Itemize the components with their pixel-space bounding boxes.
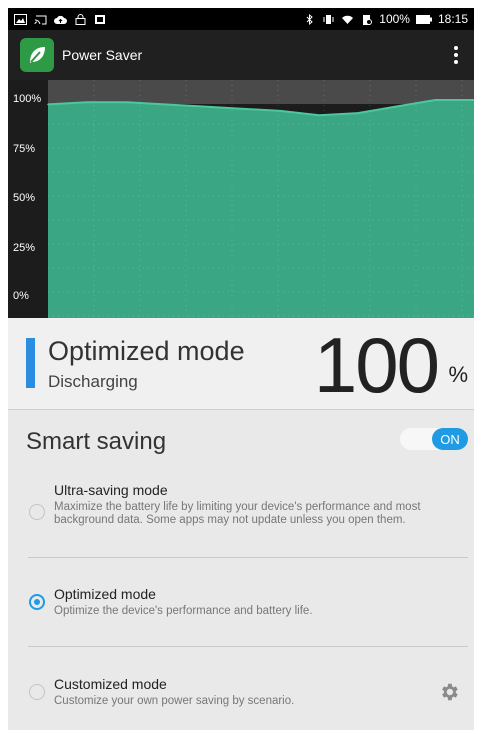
battery-saver-icon <box>363 14 373 25</box>
y-tick-75: 75% <box>13 143 36 155</box>
battery-data-point <box>163 103 165 106</box>
smart-saving-toggle[interactable]: ON <box>400 428 468 450</box>
bluetooth-icon <box>306 13 314 25</box>
more-vert-icon[interactable] <box>448 43 464 67</box>
leaf-icon <box>20 38 54 72</box>
y-tick-50: 50% <box>13 192 36 204</box>
gallery-icon <box>14 13 27 25</box>
battery-level-unit: % <box>448 362 468 387</box>
chart-gap-band <box>48 80 474 104</box>
radio-optimized[interactable] <box>29 594 45 610</box>
wifi-icon <box>342 15 354 24</box>
y-tick-25: 25% <box>13 242 36 254</box>
clock: 18:15 <box>437 12 468 26</box>
y-tick-100: 100% <box>13 93 42 105</box>
status-bar: 100% 18:15 <box>8 8 474 30</box>
option-description: Optimize the device's performance and ba… <box>54 605 313 617</box>
cast-icon <box>34 15 47 24</box>
battery-data-point <box>395 105 398 108</box>
radio-customized[interactable] <box>29 684 45 700</box>
option-optimized[interactable]: Optimized mode Optimize the device's per… <box>8 586 474 636</box>
option-title: Customized mode <box>54 676 167 692</box>
toggle-knob: ON <box>432 428 468 450</box>
battery-data-point <box>357 112 359 114</box>
vibrate-icon <box>323 14 334 24</box>
option-customized[interactable]: Customized mode Customize your own power… <box>8 676 474 726</box>
divider <box>28 646 468 647</box>
smart-saving-section: Smart saving ON Ultra-saving mode Maximi… <box>8 410 474 730</box>
y-tick-0: 0% <box>13 290 29 302</box>
option-title: Optimized mode <box>54 586 156 602</box>
battery-chart: 100% 75% 50% 25% 0% <box>8 80 474 318</box>
lock-icon <box>75 13 86 25</box>
radio-ultra-saving[interactable] <box>29 504 45 520</box>
divider <box>28 557 468 558</box>
battery-data-point <box>124 101 127 103</box>
cloud-upload-icon <box>54 15 67 24</box>
battery-chart-svg <box>47 80 474 318</box>
smart-saving-title: Smart saving <box>26 428 167 455</box>
battery-icon <box>415 14 432 24</box>
option-description: Maximize the battery life by limiting yo… <box>54 501 421 526</box>
battery-data-point <box>240 107 243 110</box>
battery-data-point <box>47 103 49 106</box>
battery-level: 100 <box>313 321 440 409</box>
battery-data-point <box>85 101 88 103</box>
battery-data-point <box>202 105 204 108</box>
charging-status: Discharging <box>48 372 138 391</box>
mode-indicator-bar <box>26 338 35 388</box>
gear-icon[interactable] <box>438 681 460 703</box>
current-mode-name: Optimized mode <box>48 336 245 366</box>
app-bar: Power Saver <box>8 30 474 80</box>
option-title: Ultra-saving mode <box>54 482 168 498</box>
battery-percent: 100% <box>379 12 410 26</box>
battery-data-point <box>434 99 437 101</box>
battery-data-point <box>279 110 282 112</box>
battery-data-point <box>318 114 320 117</box>
option-ultra-saving[interactable]: Ultra-saving mode Maximize the battery l… <box>8 482 474 556</box>
option-description: Customize your own power saving by scena… <box>54 695 295 707</box>
notification-icon <box>95 14 105 24</box>
app-title: Power Saver <box>62 47 143 63</box>
current-mode-panel: Optimized mode Discharging 100 % <box>8 318 474 410</box>
battery-area <box>48 100 474 318</box>
